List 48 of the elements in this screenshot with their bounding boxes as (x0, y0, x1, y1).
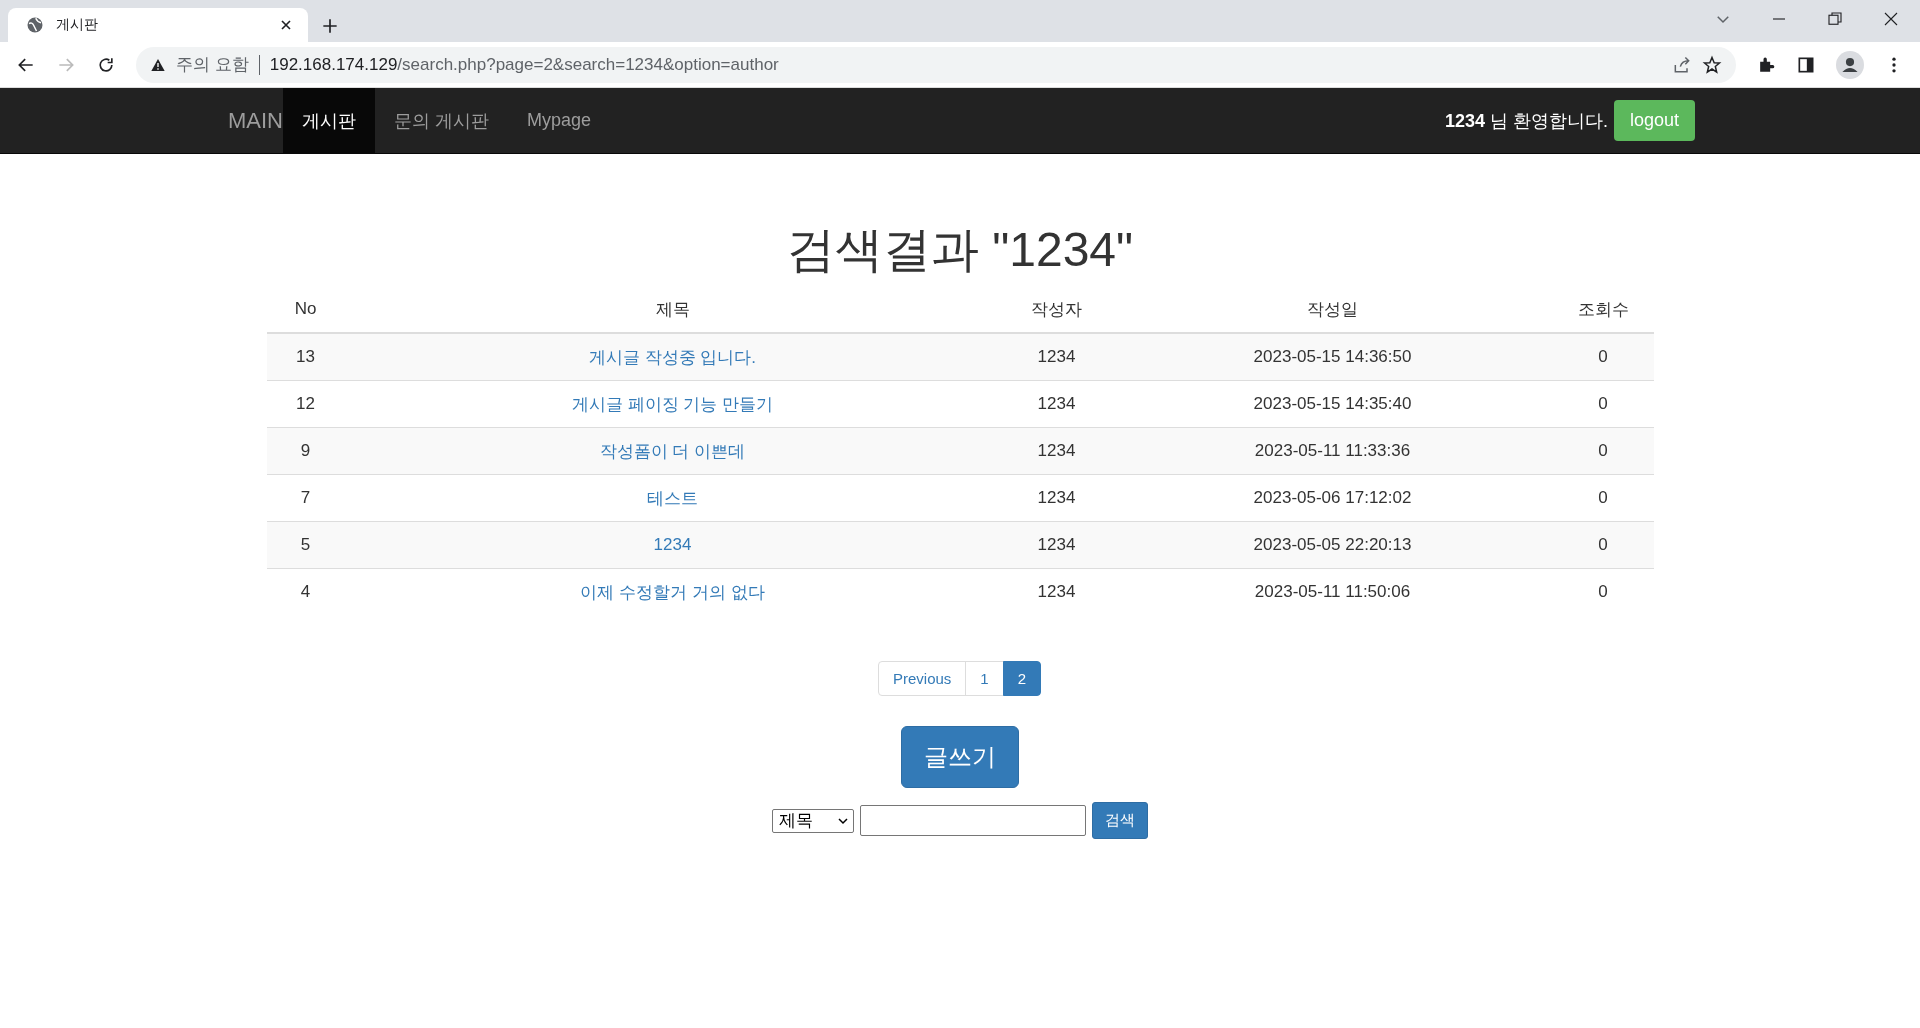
close-icon[interactable] (1882, 10, 1900, 28)
url-text: 192.168.174.129/search.php?page=2&search=1234&option=author (269, 54, 780, 75)
nav-link[interactable]: Mypage (508, 88, 611, 153)
nav-link[interactable]: 게시판 (283, 88, 375, 153)
share-icon[interactable] (1672, 54, 1692, 75)
table-cell: 2023-05-11 11:50:06 (1112, 568, 1553, 615)
table-cell: 2023-05-11 11:33:36 (1112, 427, 1553, 475)
table-cell: 0 (1552, 521, 1654, 569)
search-option-select[interactable]: 제목 (772, 808, 854, 833)
table-cell: 0 (1552, 568, 1654, 615)
brand-link[interactable]: MAIN (228, 107, 283, 134)
nav-link[interactable]: 문의 게시판 (375, 88, 508, 153)
post-title-link[interactable]: 게시글 작성중 입니다. (588, 347, 757, 367)
table-cell: 5 (266, 521, 345, 569)
write-button[interactable]: 글쓰기 (901, 726, 1019, 788)
table-cell: 1234 (1000, 333, 1113, 381)
post-title-link[interactable]: 작성폼이 더 이쁜데 (599, 441, 746, 461)
security-label: 주의 요함 (176, 54, 249, 76)
table-cell: 13 (266, 333, 345, 381)
browser-tab[interactable]: 게시판 (8, 8, 308, 42)
welcome-text: 1234 님 환영합니다. (1444, 109, 1608, 133)
post-title-link[interactable]: 이제 수정할거 거의 없다 (580, 582, 765, 602)
post-title-link[interactable]: 테스트 (647, 488, 698, 508)
table-cell: 4 (266, 568, 345, 615)
search-field[interactable] (860, 805, 1086, 836)
table-cell: 1234 (1000, 568, 1113, 615)
post-title-link[interactable]: 게시글 페이징 기능 만들기 (571, 394, 774, 414)
search-button[interactable]: 검색 (1092, 802, 1148, 839)
globe-icon[interactable] (26, 16, 44, 34)
table-cell: 2023-05-05 22:20:13 (1112, 521, 1553, 569)
tab-title: 게시판 (56, 16, 99, 34)
table-cell: 9 (266, 427, 345, 475)
restore-icon[interactable] (1826, 10, 1844, 28)
page-link[interactable]: 1 (965, 661, 1004, 696)
profile-icon[interactable] (1836, 50, 1864, 79)
table-cell: 0 (1552, 333, 1654, 381)
table-cell: 1234 (1000, 427, 1113, 475)
star-icon[interactable] (1702, 54, 1722, 75)
page-title: 검색결과 "1234" (785, 222, 1135, 278)
plus-icon[interactable] (320, 16, 340, 36)
page-link[interactable]: 2 (1002, 661, 1041, 696)
address-bar[interactable]: 주의 요함 192.168.174.129/search.php?page=2&search=1234&option=author (136, 46, 1736, 83)
table-cell: 1234 (1000, 521, 1113, 569)
previous-page-link[interactable]: Previous (877, 661, 967, 696)
table-cell: 2023-05-15 14:36:50 (1112, 333, 1553, 381)
table-cell: 0 (1552, 427, 1654, 475)
post-title-link[interactable]: 1234 (653, 535, 692, 554)
logout-button[interactable]: logout (1613, 100, 1695, 141)
